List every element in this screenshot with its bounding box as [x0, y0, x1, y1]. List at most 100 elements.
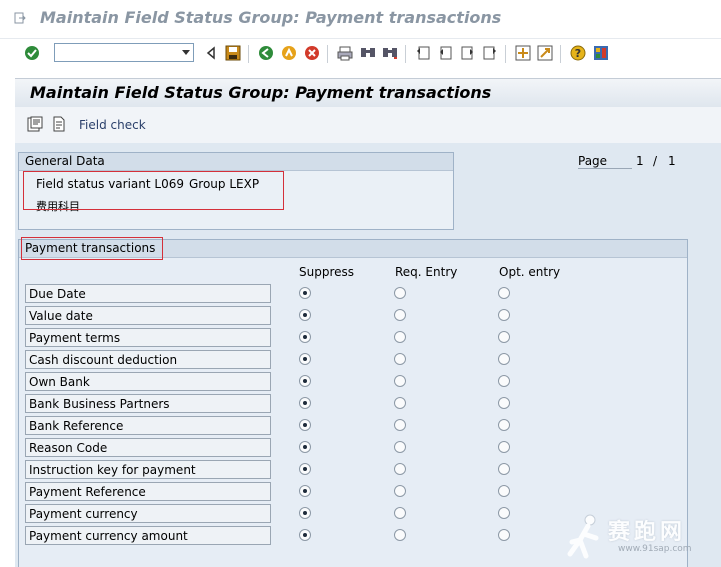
other-group-icon[interactable] — [27, 116, 43, 132]
print-icon[interactable] — [336, 44, 354, 62]
field-label-box: Payment terms — [25, 328, 271, 347]
create-session-icon[interactable] — [514, 44, 532, 62]
suppress-radio[interactable] — [299, 397, 311, 409]
toolbar-separator — [248, 45, 249, 63]
suppress-radio[interactable] — [299, 375, 311, 387]
watermark-text: 赛跑网 — [608, 520, 687, 545]
field-label-box: Bank Reference — [25, 416, 271, 435]
column-header-suppress: Suppress — [299, 265, 355, 279]
optional-entry-radio[interactable] — [498, 309, 510, 321]
required-entry-radio[interactable] — [394, 309, 406, 321]
required-entry-radio[interactable] — [394, 485, 406, 497]
field-label-box: Bank Business Partners — [25, 394, 271, 413]
required-entry-radio[interactable] — [394, 441, 406, 453]
chevron-down-icon[interactable] — [182, 50, 190, 55]
field-check-button[interactable]: Field check — [79, 118, 146, 132]
layout-icon[interactable] — [592, 44, 610, 62]
required-entry-radio[interactable] — [394, 353, 406, 365]
required-entry-radio[interactable] — [394, 463, 406, 475]
save-icon[interactable] — [224, 44, 242, 62]
field-label-box: Own Bank — [25, 372, 271, 391]
shortcut-icon[interactable] — [536, 44, 554, 62]
optional-entry-radio[interactable] — [498, 441, 510, 453]
window-title: Maintain Field Status Group: Payment tra… — [40, 8, 502, 27]
optional-entry-radio[interactable] — [498, 287, 510, 299]
field-label: Payment terms — [29, 331, 121, 345]
field-label-box: Payment currency — [25, 504, 271, 523]
general-data-header: General Data — [19, 153, 453, 171]
optional-entry-radio[interactable] — [498, 331, 510, 343]
column-header-optional: Opt. entry — [499, 265, 561, 279]
optional-entry-radio[interactable] — [498, 529, 510, 541]
highlight-box-general — [23, 171, 284, 210]
first-page-icon[interactable] — [414, 44, 432, 62]
required-entry-radio[interactable] — [394, 507, 406, 519]
optional-entry-radio[interactable] — [498, 507, 510, 519]
watermark: 赛跑网 www.91sap.com — [566, 512, 716, 564]
optional-entry-radio[interactable] — [498, 375, 510, 387]
field-label: Value date — [29, 309, 93, 323]
optional-entry-radio[interactable] — [498, 397, 510, 409]
suppress-radio[interactable] — [299, 463, 311, 475]
required-entry-radio[interactable] — [394, 375, 406, 387]
required-entry-radio[interactable] — [394, 287, 406, 299]
field-label: Cash discount deduction — [29, 353, 178, 367]
required-entry-radio[interactable] — [394, 397, 406, 409]
page-current: 1 — [636, 154, 644, 168]
help-icon[interactable]: ? — [569, 44, 587, 62]
find-next-icon[interactable] — [381, 44, 399, 62]
optional-entry-radio[interactable] — [498, 419, 510, 431]
suppress-radio[interactable] — [299, 353, 311, 365]
back-icon[interactable] — [257, 44, 275, 62]
page-label: Page — [578, 154, 632, 169]
required-entry-radio[interactable] — [394, 529, 406, 541]
document-icon[interactable] — [51, 116, 67, 132]
toolbar-separator — [327, 45, 328, 63]
field-label-box: Due Date — [25, 284, 271, 303]
suppress-radio[interactable] — [299, 287, 311, 299]
field-label: Own Bank — [29, 375, 90, 389]
screen-title: Maintain Field Status Group: Payment tra… — [30, 83, 492, 102]
suppress-radio[interactable] — [299, 419, 311, 431]
standard-toolbar: ? — [0, 39, 721, 69]
field-label-box: Reason Code — [25, 438, 271, 457]
required-entry-radio[interactable] — [394, 331, 406, 343]
field-label-box: Payment currency amount — [25, 526, 271, 545]
menu-exit-icon[interactable] — [14, 12, 26, 24]
last-page-icon[interactable] — [481, 44, 499, 62]
suppress-radio[interactable] — [299, 309, 311, 321]
toolbar-separator — [405, 45, 406, 63]
field-label: Reason Code — [29, 441, 108, 455]
field-label: Bank Business Partners — [29, 397, 170, 411]
page-separator: / — [653, 154, 658, 168]
command-field[interactable] — [54, 43, 194, 62]
next-page-icon[interactable] — [459, 44, 477, 62]
watermark-url: www.91sap.com — [618, 544, 692, 554]
highlight-box-payment — [21, 237, 163, 260]
column-header-required: Req. Entry — [395, 265, 458, 279]
required-entry-radio[interactable] — [394, 419, 406, 431]
field-label-box: Cash discount deduction — [25, 350, 271, 369]
title-bar: Maintain Field Status Group: Payment tra… — [0, 0, 721, 39]
suppress-radio[interactable] — [299, 441, 311, 453]
suppress-radio[interactable] — [299, 507, 311, 519]
runner-logo-icon — [567, 514, 599, 559]
field-label-box: Instruction key for payment — [25, 460, 271, 479]
suppress-radio[interactable] — [299, 331, 311, 343]
previous-page-icon[interactable] — [436, 44, 454, 62]
field-label: Bank Reference — [29, 419, 124, 433]
find-icon[interactable] — [359, 44, 377, 62]
collapse-icon[interactable] — [202, 44, 220, 62]
suppress-radio[interactable] — [299, 529, 311, 541]
exit-icon[interactable] — [280, 44, 298, 62]
optional-entry-radio[interactable] — [498, 485, 510, 497]
optional-entry-radio[interactable] — [498, 463, 510, 475]
optional-entry-radio[interactable] — [498, 353, 510, 365]
toolbar-separator — [560, 45, 561, 63]
suppress-radio[interactable] — [299, 485, 311, 497]
cancel-icon[interactable] — [303, 44, 321, 62]
enter-icon[interactable] — [23, 44, 41, 62]
toolbar-separator — [505, 45, 506, 63]
svg-text:?: ? — [575, 47, 581, 60]
page-total: 1 — [668, 154, 676, 168]
